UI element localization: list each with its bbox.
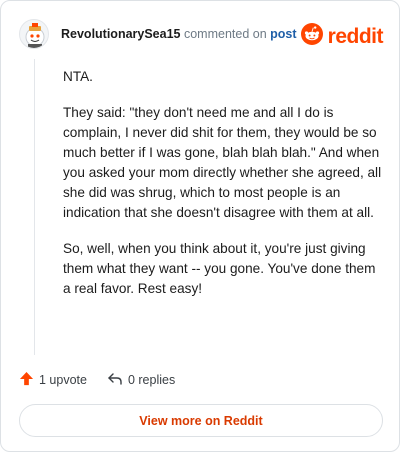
reply-arrow-icon (107, 372, 128, 389)
comment-body: NTA. They said: "they don't need me and … (63, 67, 383, 315)
thread-line (34, 59, 35, 355)
upvote-arrow-icon (19, 371, 39, 389)
snoo-avatar-icon[interactable] (19, 19, 49, 49)
comment-header: RevolutionarySea15 commented on post red… (19, 17, 384, 51)
username-link[interactable]: RevolutionarySea15 (61, 27, 181, 41)
reply-button[interactable]: 0 replies (107, 372, 175, 389)
upvote-count: 1 upvote (39, 373, 87, 387)
reply-count: 0 replies (127, 373, 176, 387)
comment-paragraph: So, well, when you think about it, you'r… (63, 241, 376, 296)
upvote-button[interactable]: 1 upvote (19, 371, 87, 389)
reddit-brand[interactable]: reddit (300, 23, 384, 50)
comment-paragraph: NTA. (63, 69, 93, 84)
comment-embed-card: RevolutionarySea15 commented on post red… (0, 0, 400, 452)
comment-meta: RevolutionarySea15 commented on post (61, 27, 297, 41)
commented-on-text: commented on (183, 27, 267, 41)
reddit-logo-icon (300, 23, 323, 50)
comment-actions: 1 upvote 0 replies (19, 370, 195, 390)
comment-paragraph: They said: "they don't need me and all I… (63, 105, 382, 220)
post-link[interactable]: post (270, 27, 296, 41)
view-more-button[interactable]: View more on Reddit (19, 404, 383, 437)
reddit-wordmark: reddit (327, 24, 384, 48)
